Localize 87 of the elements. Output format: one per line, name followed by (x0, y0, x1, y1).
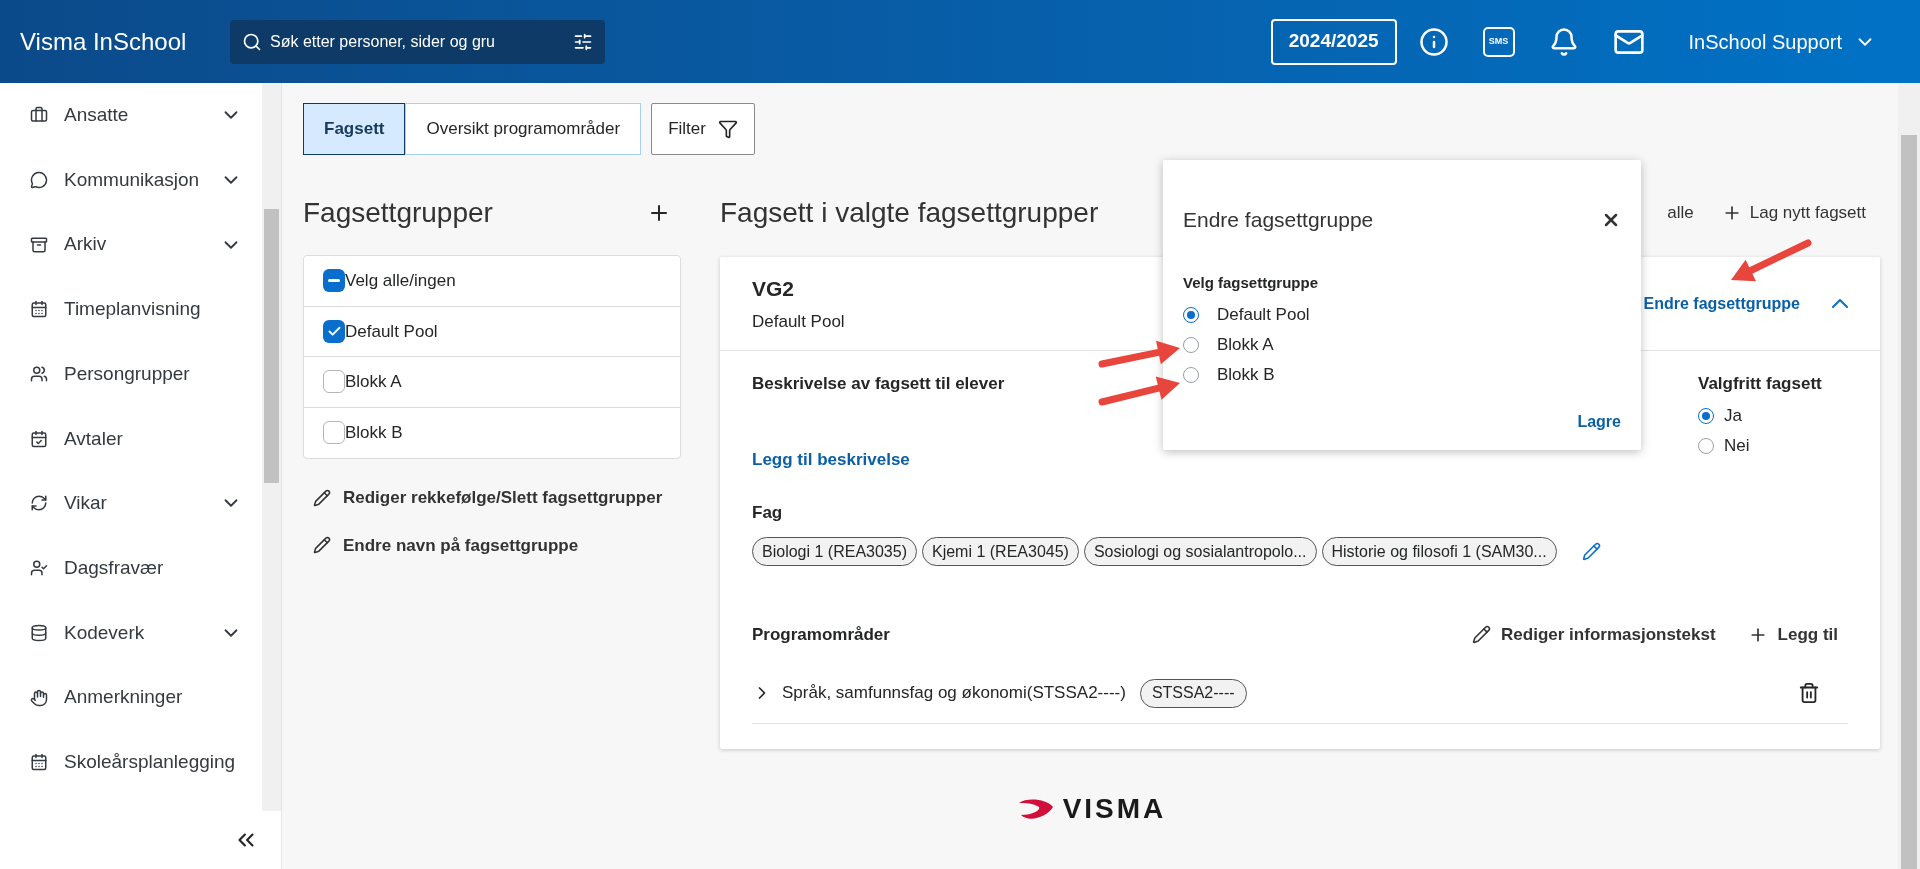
app-title: Visma InSchool (20, 26, 188, 57)
chat-bubble-icon (30, 171, 48, 190)
radio-button[interactable] (1183, 337, 1199, 353)
group-name: Default Pool (752, 310, 845, 333)
save-button[interactable]: Lagre (1577, 410, 1621, 434)
database-icon (30, 623, 48, 642)
sidebar-item[interactable]: Kodeverk (0, 600, 262, 666)
chevron-up-icon[interactable] (1832, 299, 1848, 308)
sidebar-item[interactable]: Persongrupper (0, 341, 262, 407)
pencil-icon (313, 488, 331, 507)
calendar-check-icon (30, 429, 48, 448)
edit-link[interactable]: Endre navn på fagsettgruppe (313, 532, 681, 558)
sidebar-item[interactable]: Timeplanvisning (0, 277, 262, 342)
info-icon[interactable] (1418, 26, 1449, 57)
tab[interactable]: Fagsett (303, 103, 406, 155)
radio-button[interactable] (1183, 367, 1199, 383)
add-button[interactable]: Legg til (1747, 622, 1838, 648)
field-label: Programområder (752, 624, 890, 646)
sidebar-item[interactable]: Anmerkninger (0, 665, 262, 730)
edit-link[interactable]: Rediger rekkefølge/Slett fagsettgrupper (313, 485, 681, 511)
edit-button[interactable]: Rediger informasjonstekst (1472, 622, 1716, 648)
edit-icon[interactable] (1581, 542, 1601, 561)
subject-tag: Kjemi 1 (REA3045) (921, 537, 1079, 566)
filter-icon (717, 119, 738, 139)
action-button[interactable]: alle (1667, 200, 1694, 226)
group-item[interactable]: Blokk B (304, 407, 680, 458)
refresh-icon (30, 494, 48, 513)
pencil-icon (1472, 625, 1492, 645)
program-code-tag: STSSA2---- (1139, 678, 1247, 708)
checkbox[interactable] (323, 421, 345, 445)
sidebar-item[interactable]: Arkiv (0, 212, 262, 278)
subject-tag: Historie og filosofi 1 (SAM30... (1321, 537, 1557, 566)
checkbox[interactable] (323, 370, 345, 394)
user-menu[interactable]: InSchool Support (1688, 26, 1876, 57)
group-item[interactable]: Velg alle/ingen (304, 256, 680, 307)
add-button[interactable]: Lag nytt fagsett (1721, 200, 1866, 226)
calendar-icon (30, 753, 48, 772)
section-title: Fagsett i valgte fagsettgrupper (720, 196, 1099, 230)
scrollbar[interactable] (1898, 83, 1920, 869)
sidebar-item[interactable]: Kommunikasjon (0, 147, 262, 213)
radio-button[interactable] (1183, 307, 1199, 323)
scrollbar[interactable] (262, 83, 281, 811)
archive-icon (30, 235, 48, 254)
filter-button[interactable]: Filter (651, 103, 755, 155)
sidebar-item[interactable]: Skoleårsplanlegging (0, 729, 262, 795)
card-title: VG2 (752, 276, 795, 302)
radio-label: Default Pool (1217, 304, 1310, 327)
program-name: Språk, samfunnsfag og økonomi(STSSA2----) (782, 682, 1126, 705)
group-item[interactable]: Blokk A (304, 357, 680, 408)
briefcase-icon (30, 106, 48, 125)
change-group-link[interactable]: Endre fagsettgruppe (1643, 291, 1800, 316)
visma-logo: VISMA (1016, 787, 1167, 830)
sidebar-item[interactable]: Vikar (0, 471, 262, 536)
field-label: Beskrivelse av fagsett til elever (752, 373, 1005, 395)
group-item[interactable]: Default Pool (304, 306, 680, 357)
delete-icon[interactable] (1798, 682, 1820, 704)
sidebar-item[interactable]: Dagsfravær (0, 535, 262, 601)
field-label: Valgfritt fagsett (1698, 373, 1823, 395)
section-title: Fagsettgrupper (303, 196, 493, 230)
search-field[interactable]: Søk etter personer, sider og gru (230, 19, 605, 64)
radio-button[interactable] (1698, 437, 1714, 454)
people-icon (30, 365, 48, 384)
dialog-title: Endre fagsettgruppe (1183, 207, 1375, 233)
tab[interactable]: Oversikt programområder (405, 103, 642, 155)
sms-icon[interactable]: SMS (1482, 26, 1515, 57)
radio-label: Ja (1724, 404, 1742, 427)
subject-tag: Sosiologi og sosialantropolo... (1083, 537, 1317, 566)
radio-label: Nei (1724, 434, 1750, 457)
checkbox[interactable] (323, 269, 345, 293)
year-button[interactable]: 2024/2025 (1270, 18, 1397, 65)
radio-label: Blokk A (1217, 334, 1274, 357)
radio-button[interactable] (1698, 407, 1714, 424)
minus-icon (328, 279, 340, 283)
pencil-icon (313, 536, 331, 555)
calendar-icon (30, 300, 48, 319)
add-description-link[interactable]: Legg til beskrivelse (752, 447, 910, 473)
checkbox[interactable] (323, 319, 345, 343)
search-icon (242, 31, 262, 52)
user-check-icon (30, 559, 48, 578)
hand-icon (30, 688, 48, 707)
field-label: Fag (752, 501, 783, 524)
sidebar-item[interactable]: Ansatte (0, 83, 262, 148)
settings-icon[interactable] (573, 31, 593, 52)
radio-label: Blokk B (1217, 364, 1275, 387)
field-label: Velg fagsettgruppe (1183, 272, 1320, 293)
sidebar-item[interactable]: Avtaler (0, 406, 262, 472)
subject-tag: Biologi 1 (REA3035) (752, 537, 917, 566)
